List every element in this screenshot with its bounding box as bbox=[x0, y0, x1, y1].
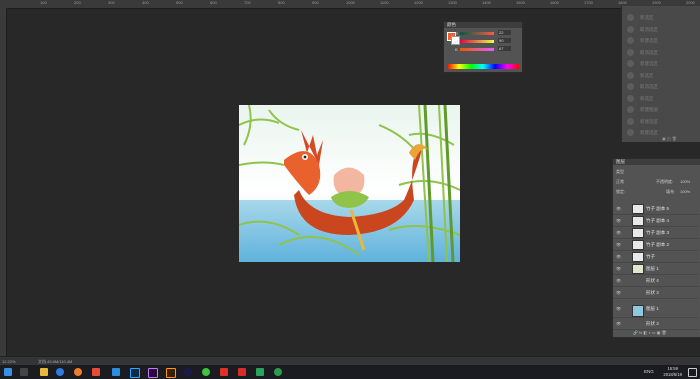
history-item[interactable]: 新建选区 bbox=[624, 116, 698, 127]
media-icon[interactable] bbox=[274, 368, 282, 376]
app-icon[interactable] bbox=[256, 368, 264, 376]
green-value[interactable]: 90 bbox=[498, 38, 511, 43]
layer-row[interactable]: 👁 竹子 副本 4 bbox=[613, 215, 699, 227]
ruler-tick: 400 bbox=[142, 0, 149, 5]
ruler-tick: 1400 bbox=[482, 0, 491, 5]
eye-icon[interactable]: 👁 bbox=[616, 227, 621, 238]
left-ruler bbox=[0, 8, 7, 356]
green-slider[interactable]: G 90 bbox=[455, 38, 516, 44]
layer-row[interactable]: 👁 形状 3 bbox=[613, 318, 699, 330]
fill-value[interactable]: 100% bbox=[680, 189, 690, 194]
history-item[interactable]: 取消选区 bbox=[624, 47, 698, 58]
file-explorer-icon[interactable] bbox=[40, 368, 48, 376]
lock-label: 锁定: bbox=[616, 189, 626, 194]
firefox-icon[interactable] bbox=[74, 368, 82, 376]
history-item[interactable]: 取消选区 bbox=[624, 24, 698, 35]
eye-icon[interactable]: 👁 bbox=[616, 275, 621, 286]
layer-row[interactable]: 👁 竹子 bbox=[613, 251, 699, 263]
history-footer-icons[interactable]: ▣ ◫ 🗑 bbox=[662, 136, 698, 141]
dragon-boat-artwork bbox=[239, 105, 460, 262]
eye-icon[interactable]: 👁 bbox=[616, 203, 621, 214]
color-spectrum[interactable] bbox=[447, 64, 519, 69]
opacity-label: 不透明度: bbox=[656, 179, 674, 184]
layers-panel: 图层 类型 正常 不透明度: 100% 锁定: 填充: 100% 👁 竹子 副本 … bbox=[612, 158, 700, 338]
color-panel: 颜色 R 22 G 90 B 67 bbox=[443, 21, 523, 73]
history-item[interactable]: 新建选区 bbox=[624, 35, 698, 46]
color-panel-title[interactable]: 颜色 bbox=[444, 22, 522, 28]
ruler-tick: 700 bbox=[244, 0, 251, 5]
taskbar: ENG 16:59 2018/5/19 bbox=[0, 365, 700, 379]
red-value[interactable]: 22 bbox=[498, 30, 511, 35]
ruler-tick: 800 bbox=[278, 0, 285, 5]
eye-icon[interactable]: 👁 bbox=[616, 287, 621, 298]
history-item[interactable]: 取消选区 bbox=[624, 81, 698, 92]
ruler-tick: 1900 bbox=[652, 0, 661, 5]
task-view-icon[interactable] bbox=[20, 368, 28, 376]
clock[interactable]: 16:59 2018/5/19 bbox=[663, 366, 682, 378]
ruler-tick: 1000 bbox=[346, 0, 355, 5]
eye-icon[interactable]: 👁 bbox=[616, 263, 621, 274]
ae-icon[interactable] bbox=[184, 368, 192, 376]
layer-row[interactable]: 👁 竹子 副本 3 bbox=[613, 227, 699, 239]
fill-label: 填充: bbox=[666, 189, 676, 194]
ruler-tick: 1200 bbox=[414, 0, 423, 5]
ruler-tick: 600 bbox=[210, 0, 217, 5]
windows-start-icon[interactable] bbox=[4, 368, 12, 376]
layer-row[interactable]: 👁 图层 1 bbox=[613, 303, 699, 318]
eye-icon[interactable]: 👁 bbox=[616, 303, 621, 314]
blue-value[interactable]: 67 bbox=[498, 46, 511, 51]
history-item[interactable]: 新选区 bbox=[624, 70, 698, 81]
ruler-tick: 1300 bbox=[448, 0, 457, 5]
language-indicator[interactable]: ENG bbox=[644, 369, 654, 374]
eye-icon[interactable]: 👁 bbox=[616, 215, 621, 226]
ruler-tick: 1700 bbox=[584, 0, 593, 5]
ruler-tick: 1500 bbox=[516, 0, 525, 5]
blend-mode-select[interactable]: 正常 bbox=[616, 179, 624, 184]
opacity-value[interactable]: 100% bbox=[680, 179, 690, 184]
layer-row[interactable]: 👁 竹子 副本 2 bbox=[613, 239, 699, 251]
pdf-icon[interactable] bbox=[238, 368, 246, 376]
history-item[interactable]: 新选区 bbox=[624, 93, 698, 104]
ruler-tick: 1800 bbox=[618, 0, 627, 5]
eye-icon[interactable]: 👁 bbox=[616, 239, 621, 250]
ruler-tick: 2000 bbox=[686, 0, 695, 5]
eye-icon[interactable]: 👁 bbox=[616, 251, 621, 262]
premiere-icon[interactable] bbox=[148, 368, 158, 378]
ruler-tick: 500 bbox=[176, 0, 183, 5]
layer-row[interactable]: 👁 竹子 副本 5 bbox=[613, 203, 699, 215]
eye-icon[interactable]: 👁 bbox=[616, 318, 621, 329]
ruler-tick: 200 bbox=[74, 0, 81, 5]
photoshop-icon[interactable] bbox=[130, 368, 140, 378]
ruler-tick: 900 bbox=[312, 0, 319, 5]
layer-row[interactable]: 👁 形状 3 bbox=[613, 287, 699, 299]
layers-panel-title[interactable]: 图层 bbox=[613, 159, 700, 165]
ruler-tick: 1100 bbox=[380, 0, 389, 5]
notification-icon[interactable] bbox=[688, 368, 697, 377]
store-icon[interactable] bbox=[112, 368, 120, 376]
layer-row[interactable]: 👁 形状 4 bbox=[613, 275, 699, 287]
history-panel: 新选区 取消选区 新建选区 取消选区 新建选区 新选区 取消选区 新选区 新建图… bbox=[621, 6, 700, 142]
wechat-icon[interactable] bbox=[202, 368, 210, 376]
document-canvas[interactable] bbox=[239, 105, 460, 262]
red-slider[interactable]: R 22 bbox=[455, 30, 516, 36]
layer-row[interactable]: 👁 图层 1 bbox=[613, 263, 699, 275]
browser-icon[interactable] bbox=[56, 368, 64, 376]
layer-kind-label[interactable]: 类型 bbox=[616, 169, 624, 174]
ruler-tick: 100 bbox=[40, 0, 47, 5]
app-x-icon[interactable] bbox=[220, 368, 228, 376]
ruler-tick: 1600 bbox=[550, 0, 559, 5]
history-item[interactable]: 新建选区 bbox=[624, 58, 698, 69]
blue-slider[interactable]: B 67 bbox=[455, 46, 516, 52]
top-ruler: 100 200 300 400 500 600 700 800 900 1000 1100 1200 1… bbox=[0, 0, 700, 9]
history-item[interactable]: 新选区 bbox=[624, 12, 698, 23]
app-icon[interactable] bbox=[92, 368, 100, 376]
illustrator-icon[interactable] bbox=[166, 368, 176, 378]
ruler-tick: 300 bbox=[108, 0, 115, 5]
layers-footer-icons[interactable]: 🔗 fx ◧ ◑ ▭ ▣ 🗑 bbox=[633, 330, 699, 336]
history-item[interactable]: 新建图层 bbox=[624, 104, 698, 115]
